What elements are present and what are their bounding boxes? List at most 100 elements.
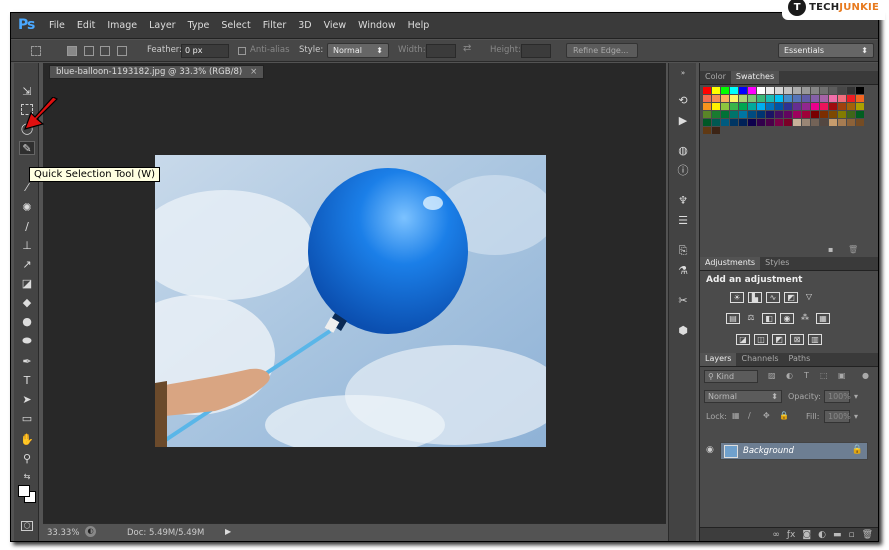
opacity-input[interactable]: 100%: [824, 390, 851, 403]
document-tab[interactable]: blue-balloon-1193182.jpg @ 33.3% (RGB/8)…: [49, 65, 265, 79]
healing-brush-tool-icon[interactable]: ✺: [19, 201, 35, 215]
type-tool-icon[interactable]: T: [19, 374, 35, 388]
swatch-89[interactable]: [856, 119, 864, 126]
clone-stamp-tool-icon[interactable]: ⊥: [19, 239, 35, 253]
swatch-26[interactable]: [775, 95, 783, 102]
swatch-41[interactable]: [748, 103, 756, 110]
info-icon[interactable]: ⓘ: [676, 165, 690, 177]
swatch-44[interactable]: [775, 103, 783, 110]
filter-adjustment-icon[interactable]: ◐: [786, 371, 793, 380]
swatch-35[interactable]: [856, 95, 864, 102]
swatch-12[interactable]: [811, 87, 819, 94]
swatch-40[interactable]: [739, 103, 747, 110]
swatch-32[interactable]: [829, 95, 837, 102]
swatch-72[interactable]: [703, 119, 711, 126]
swatch-10[interactable]: [793, 87, 801, 94]
swatch-13[interactable]: [820, 87, 828, 94]
swatch-22[interactable]: [739, 95, 747, 102]
filter-shape-icon[interactable]: ⬚: [820, 371, 828, 380]
swatch-66[interactable]: [811, 111, 819, 118]
zoom-tool-icon[interactable]: ⚲: [19, 452, 35, 466]
add-mask-icon[interactable]: ◙: [802, 530, 811, 540]
menu-layer[interactable]: Layer: [149, 20, 176, 31]
new-layer-icon[interactable]: ▫: [848, 530, 854, 540]
photo-filter-icon[interactable]: ◉: [780, 313, 794, 324]
eraser-tool-icon[interactable]: ◪: [19, 277, 35, 291]
swatch-88[interactable]: [847, 119, 855, 126]
vibrance-icon[interactable]: ▽: [802, 292, 816, 303]
menu-window[interactable]: Window: [358, 20, 395, 31]
menu-select[interactable]: Select: [221, 20, 250, 31]
menu-type[interactable]: Type: [188, 20, 210, 31]
status-menu-icon[interactable]: ▶: [225, 527, 231, 536]
hue-saturation-icon[interactable]: ▤: [726, 313, 740, 324]
new-group-icon[interactable]: ▬: [833, 530, 842, 540]
swatch-36[interactable]: [703, 103, 711, 110]
layer-style-icon[interactable]: ƒx: [787, 530, 796, 540]
swatch-91[interactable]: [712, 127, 720, 134]
swatch-59[interactable]: [748, 111, 756, 118]
workspace-select[interactable]: Essentials ⬍: [778, 43, 874, 58]
swatch-5[interactable]: [748, 87, 756, 94]
swatch-11[interactable]: [802, 87, 810, 94]
black-white-icon[interactable]: ◧: [762, 313, 776, 324]
swatch-75[interactable]: [730, 119, 738, 126]
add-selection-icon[interactable]: [84, 46, 94, 56]
swatch-48[interactable]: [811, 103, 819, 110]
swatch-73[interactable]: [712, 119, 720, 126]
swatch-57[interactable]: [730, 111, 738, 118]
swatch-85[interactable]: [820, 119, 828, 126]
tool-presets-icon[interactable]: ⚗: [676, 265, 690, 277]
new-selection-icon[interactable]: [67, 46, 77, 56]
width-input[interactable]: [426, 44, 456, 58]
swatch-53[interactable]: [856, 103, 864, 110]
swatch-55[interactable]: [712, 111, 720, 118]
lock-pixels-icon[interactable]: ∕: [748, 411, 751, 420]
swap-colors-icon[interactable]: ⇆: [19, 470, 35, 484]
history-icon[interactable]: ⟲: [676, 95, 690, 107]
threshold-icon[interactable]: ◩: [772, 334, 786, 345]
layer-filter-select[interactable]: ⚲ Kind: [704, 370, 758, 383]
swatch-84[interactable]: [811, 119, 819, 126]
swatch-25[interactable]: [766, 95, 774, 102]
swatch-77[interactable]: [748, 119, 756, 126]
swatch-27[interactable]: [784, 95, 792, 102]
status-info-icon[interactable]: ◐: [85, 526, 96, 537]
swatch-65[interactable]: [802, 111, 810, 118]
channel-mixer-icon[interactable]: ⁂: [798, 313, 812, 324]
tab-swatches[interactable]: Swatches: [730, 71, 780, 84]
swatch-3[interactable]: [730, 87, 738, 94]
history-brush-tool-icon[interactable]: ↗: [19, 258, 35, 272]
swatch-15[interactable]: [838, 87, 846, 94]
tab-adjustments[interactable]: Adjustments: [700, 257, 761, 270]
swatch-76[interactable]: [739, 119, 747, 126]
path-selection-tool-icon[interactable]: ➤: [19, 393, 35, 407]
swatch-31[interactable]: [820, 95, 828, 102]
subtract-selection-icon[interactable]: [100, 46, 110, 56]
swap-icon[interactable]: ⇄: [463, 43, 471, 54]
swatch-21[interactable]: [730, 95, 738, 102]
hand-tool-icon[interactable]: ✋: [19, 433, 35, 447]
curves-icon[interactable]: ∿: [766, 292, 780, 303]
swatch-62[interactable]: [775, 111, 783, 118]
swatch-69[interactable]: [838, 111, 846, 118]
swatch-68[interactable]: [829, 111, 837, 118]
new-adjustment-icon[interactable]: ◐: [818, 530, 826, 540]
swatch-34[interactable]: [847, 95, 855, 102]
swatch-46[interactable]: [793, 103, 801, 110]
dodge-tool-icon[interactable]: ⬬: [19, 334, 35, 348]
swatch-52[interactable]: [847, 103, 855, 110]
swatch-43[interactable]: [766, 103, 774, 110]
collapse-icon[interactable]: »: [676, 67, 690, 79]
swatch-6[interactable]: [757, 87, 765, 94]
menu-3d[interactable]: 3D: [298, 20, 311, 31]
swatch-79[interactable]: [766, 119, 774, 126]
refine-edge-button[interactable]: Refine Edge...: [566, 43, 638, 58]
quick-selection-tool-icon[interactable]: ✎: [19, 141, 35, 155]
trash-icon[interactable]: 🗑: [848, 245, 858, 254]
selective-color-icon[interactable]: ⊠: [790, 334, 804, 345]
layer-row-background[interactable]: Background 🔒: [720, 442, 868, 460]
actions-icon[interactable]: ▶: [676, 115, 690, 127]
swatch-70[interactable]: [847, 111, 855, 118]
brush-panel-icon[interactable]: ☰: [676, 215, 690, 227]
